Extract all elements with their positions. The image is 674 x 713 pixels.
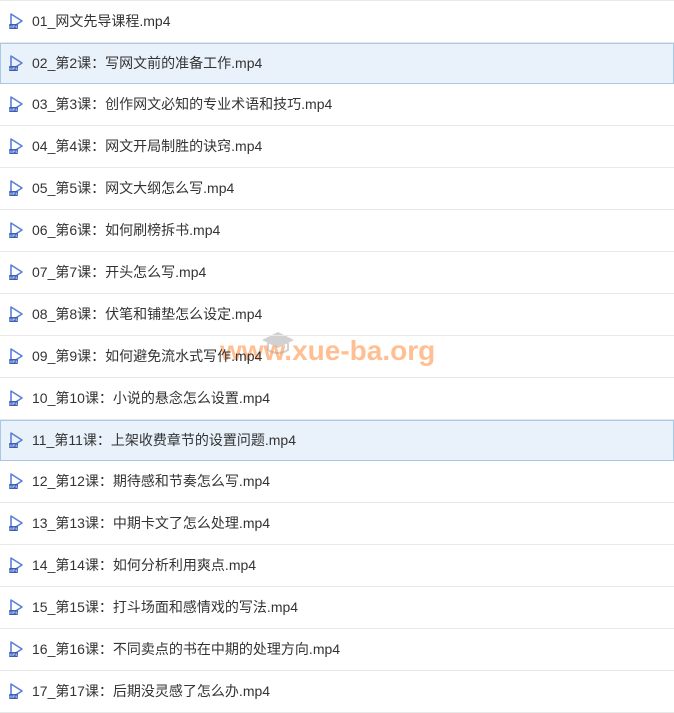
file-item[interactable]: MP4 01_网文先导课程.mp4 xyxy=(0,0,674,43)
file-name-label: 08_第8课：伏笔和铺垫怎么设定.mp4 xyxy=(32,304,262,324)
file-item[interactable]: MP4 11_第11课：上架收费章节的设置问题.mp4 xyxy=(0,420,674,461)
file-name-label: 09_第9课：如何避免流水式写作.mp4 xyxy=(32,346,262,366)
svg-text:MP4: MP4 xyxy=(9,401,18,406)
video-file-icon: MP4 xyxy=(8,640,26,658)
file-name-label: 14_第14课：如何分析利用爽点.mp4 xyxy=(32,555,256,575)
file-item[interactable]: MP4 13_第13课：中期卡文了怎么处理.mp4 xyxy=(0,503,674,545)
svg-text:MP4: MP4 xyxy=(9,652,18,657)
svg-text:MP4: MP4 xyxy=(9,107,18,112)
video-file-icon: MP4 xyxy=(8,431,26,449)
file-item[interactable]: MP4 03_第3课：创作网文必知的专业术语和技巧.mp4 xyxy=(0,84,674,126)
svg-text:MP4: MP4 xyxy=(9,149,18,154)
file-name-label: 04_第4课：网文开局制胜的诀窍.mp4 xyxy=(32,136,262,156)
file-name-label: 06_第6课：如何刷榜拆书.mp4 xyxy=(32,220,220,240)
video-file-icon: MP4 xyxy=(8,263,26,281)
file-name-label: 05_第5课：网文大纲怎么写.mp4 xyxy=(32,178,234,198)
file-name-label: 02_第2课：写网文前的准备工作.mp4 xyxy=(32,53,262,73)
svg-text:MP4: MP4 xyxy=(9,317,18,322)
file-item[interactable]: MP4 10_第10课：小说的悬念怎么设置.mp4 xyxy=(0,378,674,420)
video-file-icon: MP4 xyxy=(8,12,26,30)
video-file-icon: MP4 xyxy=(8,137,26,155)
file-name-label: 01_网文先导课程.mp4 xyxy=(32,11,170,31)
video-file-icon: MP4 xyxy=(8,54,26,72)
video-file-icon: MP4 xyxy=(8,347,26,365)
file-name-label: 17_第17课：后期没灵感了怎么办.mp4 xyxy=(32,681,270,701)
file-item[interactable]: MP4 14_第14课：如何分析利用爽点.mp4 xyxy=(0,545,674,587)
file-item[interactable]: MP4 08_第8课：伏笔和铺垫怎么设定.mp4 xyxy=(0,294,674,336)
video-file-icon: MP4 xyxy=(8,514,26,532)
svg-text:MP4: MP4 xyxy=(9,526,18,531)
svg-text:MP4: MP4 xyxy=(9,359,18,364)
file-name-label: 03_第3课：创作网文必知的专业术语和技巧.mp4 xyxy=(32,94,332,114)
file-item[interactable]: MP4 02_第2课：写网文前的准备工作.mp4 xyxy=(0,43,674,84)
video-file-icon: MP4 xyxy=(8,598,26,616)
file-item[interactable]: MP4 16_第16课：不同卖点的书在中期的处理方向.mp4 xyxy=(0,629,674,671)
video-file-icon: MP4 xyxy=(8,221,26,239)
video-file-icon: MP4 xyxy=(8,556,26,574)
video-file-icon: MP4 xyxy=(8,179,26,197)
video-file-icon: MP4 xyxy=(8,305,26,323)
video-file-icon: MP4 xyxy=(8,682,26,700)
file-item[interactable]: MP4 05_第5课：网文大纲怎么写.mp4 xyxy=(0,168,674,210)
svg-text:MP4: MP4 xyxy=(9,191,18,196)
file-name-label: 10_第10课：小说的悬念怎么设置.mp4 xyxy=(32,388,270,408)
svg-text:MP4: MP4 xyxy=(9,443,18,448)
video-file-icon: MP4 xyxy=(8,95,26,113)
video-file-icon: MP4 xyxy=(8,472,26,490)
file-name-label: 13_第13课：中期卡文了怎么处理.mp4 xyxy=(32,513,270,533)
file-name-label: 12_第12课：期待感和节奏怎么写.mp4 xyxy=(32,471,270,491)
svg-text:MP4: MP4 xyxy=(9,484,18,489)
svg-text:MP4: MP4 xyxy=(9,66,18,71)
svg-text:MP4: MP4 xyxy=(9,233,18,238)
file-item[interactable]: MP4 09_第9课：如何避免流水式写作.mp4 xyxy=(0,336,674,378)
file-item[interactable]: MP4 12_第12课：期待感和节奏怎么写.mp4 xyxy=(0,461,674,503)
video-file-icon: MP4 xyxy=(8,389,26,407)
svg-text:MP4: MP4 xyxy=(9,24,18,29)
file-name-label: 11_第11课：上架收费章节的设置问题.mp4 xyxy=(32,430,296,450)
file-name-label: 16_第16课：不同卖点的书在中期的处理方向.mp4 xyxy=(32,639,340,659)
file-item[interactable]: MP4 04_第4课：网文开局制胜的诀窍.mp4 xyxy=(0,126,674,168)
svg-text:MP4: MP4 xyxy=(9,568,18,573)
file-item[interactable]: MP4 07_第7课：开头怎么写.mp4 xyxy=(0,252,674,294)
file-name-label: 07_第7课：开头怎么写.mp4 xyxy=(32,262,206,282)
file-list: MP4 01_网文先导课程.mp4 MP4 02_第2课：写网文前的准备工作.m… xyxy=(0,0,674,713)
file-item[interactable]: MP4 15_第15课：打斗场面和感情戏的写法.mp4 xyxy=(0,587,674,629)
file-name-label: 15_第15课：打斗场面和感情戏的写法.mp4 xyxy=(32,597,298,617)
file-item[interactable]: MP4 17_第17课：后期没灵感了怎么办.mp4 xyxy=(0,671,674,713)
file-item[interactable]: MP4 06_第6课：如何刷榜拆书.mp4 xyxy=(0,210,674,252)
svg-text:MP4: MP4 xyxy=(9,275,18,280)
svg-text:MP4: MP4 xyxy=(9,610,18,615)
